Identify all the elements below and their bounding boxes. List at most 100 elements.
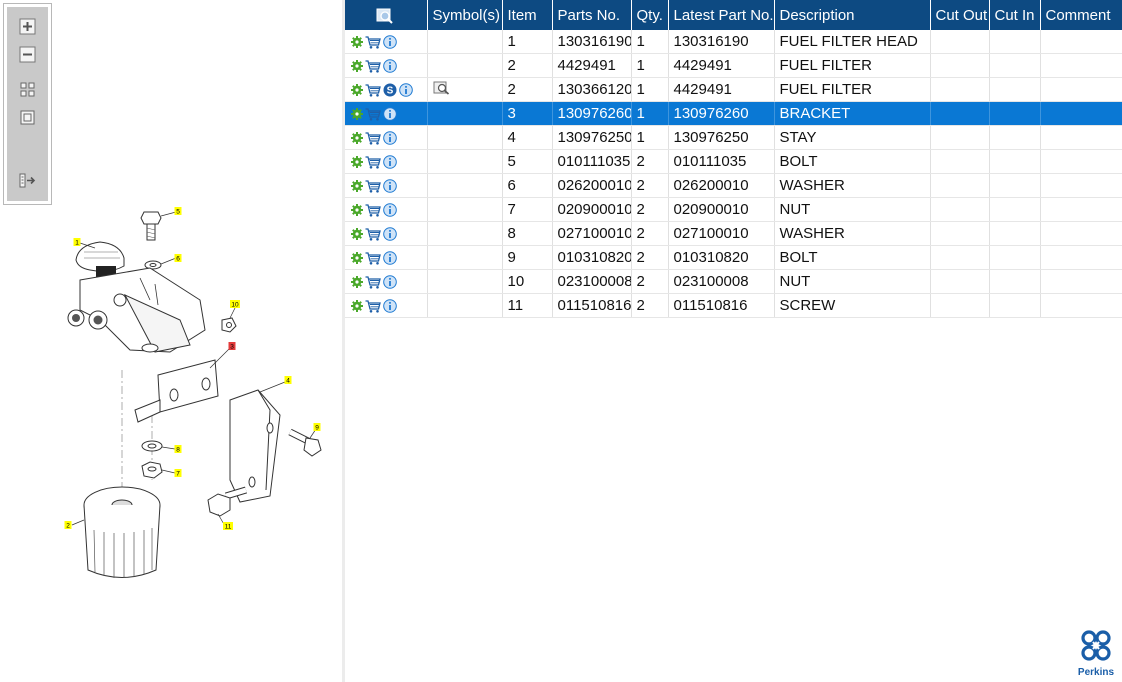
column-header-qty[interactable]: Qty. [631,0,669,30]
shopping-cart-icon[interactable] [365,299,381,313]
column-header-comment[interactable]: Comment [1040,0,1122,30]
gear-icon[interactable] [351,156,363,169]
shopping-cart-icon[interactable] [365,227,381,241]
info-icon[interactable] [383,251,397,265]
zoom-in-button[interactable] [18,17,37,36]
info-icon[interactable] [383,227,397,241]
parts-no-cell: 026200010 [552,173,632,198]
exploded-parts-diagram[interactable]: 1 2 3 4 5 6 7 8 9 10 11 [40,200,340,590]
fit-window-icon [20,110,35,125]
cut-in-cell [989,101,1041,126]
qty-cell: 2 [631,245,669,270]
callout-2[interactable]: 2 [64,521,72,530]
callout-10[interactable]: 10 [230,300,240,309]
callout-11[interactable]: 11 [223,522,233,531]
fit-all-button[interactable] [18,80,37,99]
table-row[interactable]: 3 130976260 1 130976260 BRACKET [345,101,1122,126]
callout-1[interactable]: 1 [73,238,81,247]
column-header-item[interactable]: Item [502,0,553,30]
gear-icon[interactable] [351,204,363,217]
table-row[interactable]: 4 130976250 1 130976250 STAY [345,125,1122,150]
description-cell: WASHER [774,173,931,198]
table-row[interactable]: 6 026200010 2 026200010 WASHER [345,173,1122,198]
view-drawing-icon[interactable] [433,81,450,95]
column-header-parts-no[interactable]: Parts No. [552,0,632,30]
gear-icon[interactable] [351,60,363,73]
shopping-cart-icon[interactable] [365,251,381,265]
info-icon[interactable] [383,107,397,121]
item-cell: 5 [502,149,553,174]
column-header-symbols[interactable]: Symbol(s) [427,0,503,30]
info-icon[interactable] [383,131,397,145]
row-actions-cell [345,221,428,246]
callout-4[interactable]: 4 [284,376,292,385]
callout-label: 9 [315,425,319,432]
table-row[interactable]: 7 020900010 2 020900010 NUT [345,197,1122,222]
info-icon[interactable] [383,203,397,217]
column-header-description[interactable]: Description [774,0,931,30]
gear-icon[interactable] [351,108,363,121]
table-row[interactable]: 5 010111035 2 010111035 BOLT [345,149,1122,174]
gear-icon[interactable] [351,276,363,289]
zoom-out-button[interactable] [18,45,37,64]
gear-icon[interactable] [351,228,363,241]
shopping-cart-icon[interactable] [365,203,381,217]
shopping-cart-icon[interactable] [365,131,381,145]
export-button[interactable] [18,171,37,190]
info-icon[interactable] [399,83,413,97]
callout-9[interactable]: 9 [313,423,321,432]
gear-icon[interactable] [351,84,363,97]
table-row[interactable]: 10 023100008 2 023100008 NUT [345,269,1122,294]
table-row[interactable]: 8 027100010 2 027100010 WASHER [345,221,1122,246]
shopping-cart-icon[interactable] [365,59,381,73]
gear-icon[interactable] [351,180,363,193]
table-row[interactable]: 2 4429491 1 4429491 FUEL FILTER [345,53,1122,78]
info-icon[interactable] [383,179,397,193]
column-header-view[interactable] [345,0,428,30]
callout-5[interactable]: 5 [174,207,182,216]
table-row[interactable]: 1 130316190 1 130316190 FUEL FILTER HEAD [345,30,1122,54]
callout-8[interactable]: 8 [174,445,182,454]
info-icon[interactable] [383,299,397,313]
item-cell: 4 [502,125,553,150]
gear-icon[interactable] [351,132,363,145]
callout-7[interactable]: 7 [174,469,182,478]
fit-window-button[interactable] [18,108,37,127]
latest-part-no-cell: 026200010 [668,173,775,198]
info-icon[interactable] [383,59,397,73]
cut-out-cell [930,245,990,270]
shopping-cart-icon[interactable] [365,107,381,121]
shopping-cart-icon[interactable] [365,179,381,193]
callout-6[interactable]: 6 [174,254,182,263]
parts-no-cell: 130366120 [552,77,632,102]
shopping-cart-icon[interactable] [365,35,381,49]
table-row[interactable]: 9 010310820 2 010310820 BOLT [345,245,1122,270]
info-icon[interactable] [383,35,397,49]
gear-icon[interactable] [351,252,363,265]
column-header-cut-out[interactable]: Cut Out [930,0,990,30]
latest-part-no-cell: 4429491 [668,77,775,102]
perkins-logo-text: Perkins [1077,667,1115,678]
info-icon[interactable] [383,155,397,169]
callout-3[interactable]: 3 [228,342,236,351]
table-row[interactable]: S 2 130366120 1 4429491 FUEL FILTER [345,77,1122,102]
table-header-row: Symbol(s) Item Parts No. Qty. Latest Par… [345,0,1122,30]
column-header-cut-in[interactable]: Cut In [989,0,1041,30]
column-header-latest-part-no[interactable]: Latest Part No. [668,0,775,30]
info-icon[interactable] [383,275,397,289]
gear-icon[interactable] [351,300,363,313]
comment-cell [1040,77,1122,102]
cut-out-cell [930,197,990,222]
supersession-icon[interactable]: S [383,83,397,97]
stay-part [229,389,281,503]
row-actions-cell [345,293,428,318]
gear-icon[interactable] [351,36,363,49]
comment-cell [1040,149,1122,174]
shopping-cart-icon[interactable] [365,83,381,97]
shopping-cart-icon[interactable] [365,155,381,169]
symbols-cell [427,245,503,270]
latest-part-no-cell: 020900010 [668,197,775,222]
table-row[interactable]: 11 011510816 2 011510816 SCREW [345,293,1122,318]
qty-cell: 1 [631,125,669,150]
shopping-cart-icon[interactable] [365,275,381,289]
